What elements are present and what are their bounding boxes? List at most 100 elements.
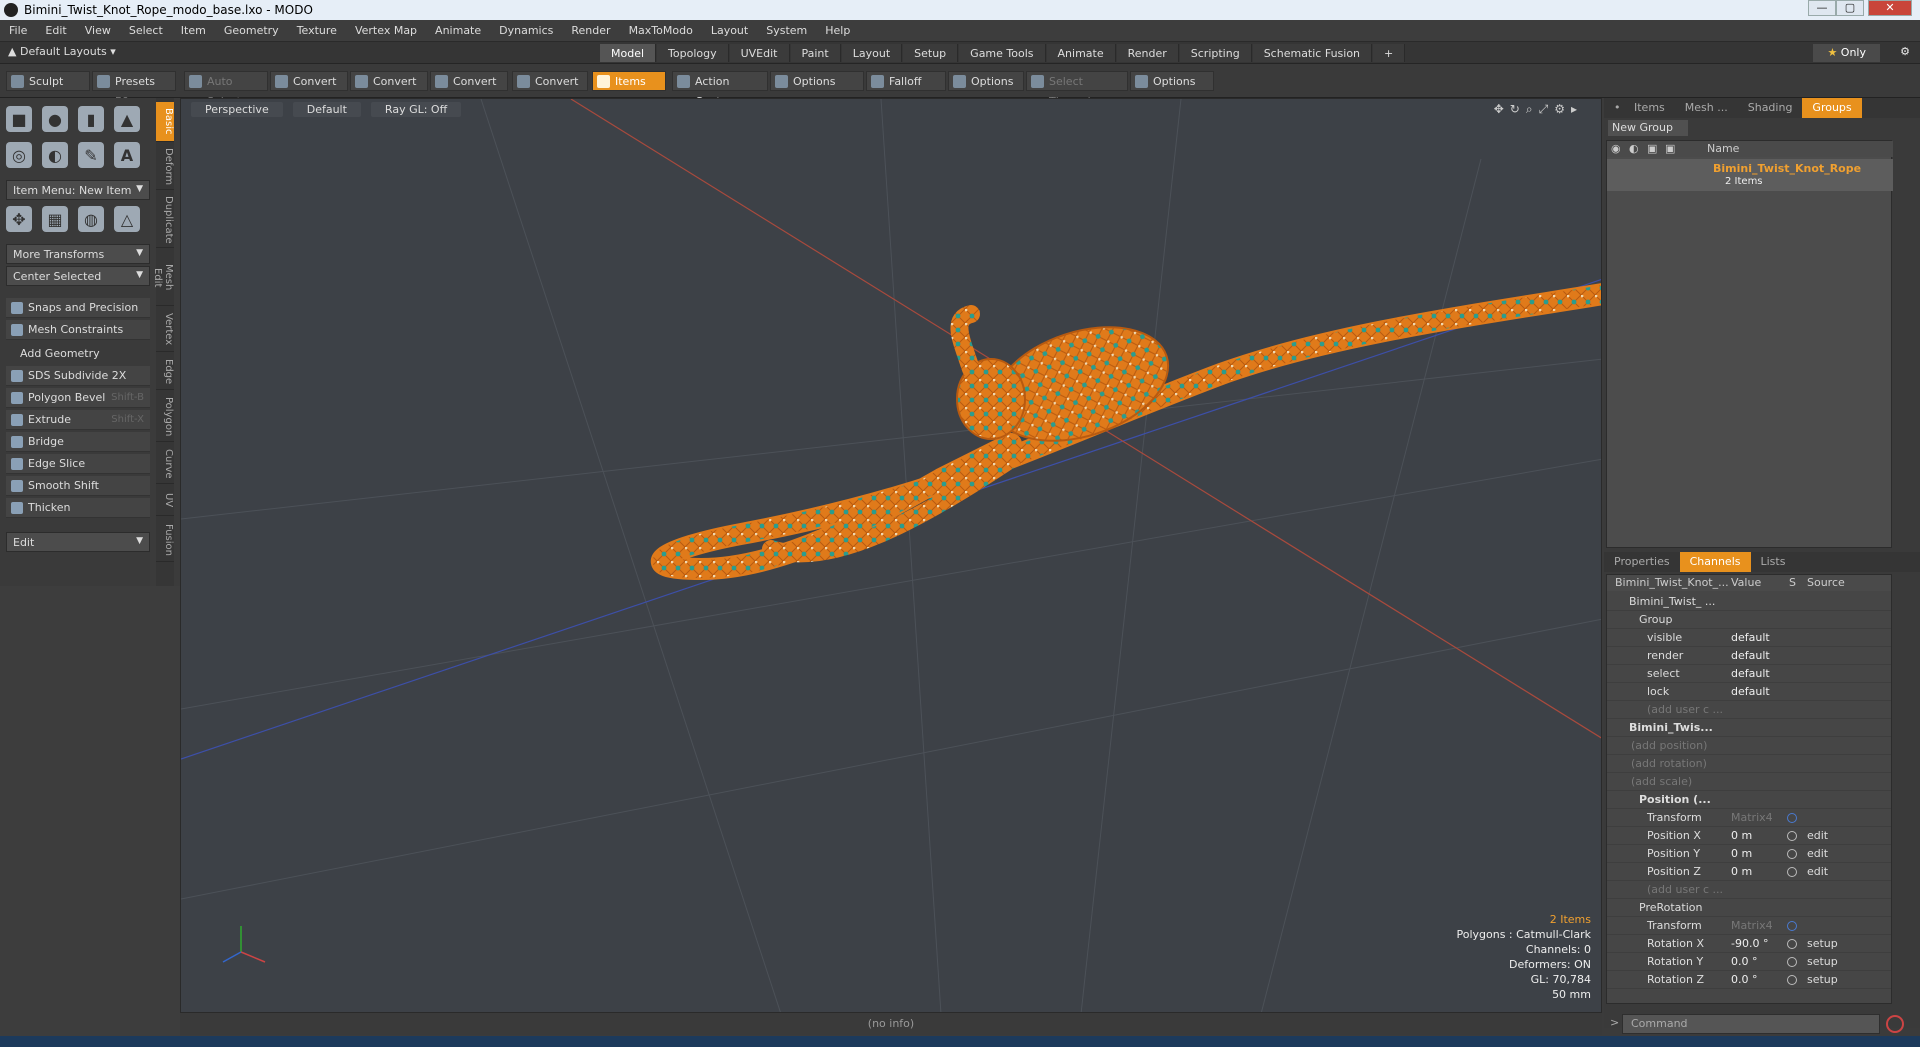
channel-value[interactable]: Matrix4 (1731, 809, 1773, 827)
lock-icon[interactable]: ▣ (1647, 142, 1657, 155)
item-menu-dropdown[interactable]: Item Menu: New Item ▼ (6, 180, 150, 200)
channel-row[interactable]: Bimini_Twis... (1607, 719, 1891, 737)
name-column[interactable]: Name (1707, 142, 1739, 155)
menu-item[interactable]: Item (172, 24, 215, 37)
maximize-button[interactable]: ▢ (1836, 0, 1864, 16)
tab-uvedit[interactable]: UVEdit (729, 44, 790, 62)
channel-value[interactable]: 0.0 ° (1731, 971, 1758, 989)
menu-geometry[interactable]: Geometry (215, 24, 288, 37)
key-circle-icon[interactable] (1787, 975, 1797, 985)
channel-row[interactable]: (add position) (1607, 737, 1891, 755)
channel-row[interactable]: Rotation X -90.0 ° setup (1607, 935, 1891, 953)
capsule-icon[interactable]: ◐ (42, 142, 68, 168)
channel-row[interactable]: Position Z 0 m edit (1607, 863, 1891, 881)
key-circle-icon[interactable] (1787, 957, 1797, 967)
channels-source-column[interactable]: Source (1807, 576, 1845, 589)
tool-smooth-shift[interactable]: Smooth Shift (6, 476, 150, 496)
menu-edit[interactable]: Edit (36, 24, 75, 37)
vtab-duplicate[interactable]: Duplicate (156, 192, 174, 248)
shading-default-button[interactable]: Default (292, 101, 361, 117)
mesh-constraints-button[interactable]: Mesh Constraints (6, 320, 150, 340)
rotate-icon[interactable]: ↻ (1510, 102, 1526, 116)
minimize-button[interactable]: — (1808, 0, 1836, 16)
action-center-button[interactable]: Action Center (672, 71, 768, 108)
channel-row[interactable]: (add scale) (1607, 773, 1891, 791)
menu-view[interactable]: View (76, 24, 120, 37)
vtab-deform[interactable]: Deform (156, 144, 174, 190)
convert-polygon-button[interactable]: Convert (430, 71, 508, 91)
more-transforms-dropdown[interactable]: More Transforms ▼ (6, 244, 150, 264)
channel-row[interactable]: PreRotation (1607, 899, 1891, 917)
channels-name-column[interactable]: Bimini_Twist_Knot_... (1615, 576, 1729, 589)
action-center-options-button[interactable]: Options (770, 71, 864, 91)
select-icon[interactable]: ▣ (1665, 142, 1675, 155)
snaps-button[interactable]: Snaps and Precision (6, 298, 150, 318)
tool-edge-slice[interactable]: Edge Slice (6, 454, 150, 474)
menu-system[interactable]: System (757, 24, 816, 37)
globe-icon[interactable]: ◍ (78, 206, 104, 232)
channel-row[interactable]: Position (... (1607, 791, 1891, 809)
raygl-button[interactable]: Ray GL: Off (370, 101, 462, 117)
only-button[interactable]: ★ Only (1813, 44, 1880, 62)
zoom-icon[interactable]: ⌕ (1526, 102, 1539, 116)
channel-row[interactable]: Position X 0 m edit (1607, 827, 1891, 845)
tab-animate[interactable]: Animate (1046, 44, 1116, 62)
new-group-button[interactable]: New Group (1608, 120, 1688, 136)
channel-row[interactable]: render default (1607, 647, 1891, 665)
pyramid-icon[interactable]: △ (114, 206, 140, 232)
vtab-polygon[interactable]: Polygon (156, 392, 174, 442)
menu-layout[interactable]: Layout (702, 24, 757, 37)
channel-row[interactable]: select default (1607, 665, 1891, 683)
channel-value[interactable]: 0 m (1731, 827, 1752, 845)
channel-row[interactable]: (add user c ... (1607, 881, 1891, 899)
channel-row[interactable]: lock default (1607, 683, 1891, 701)
presets-button[interactable]: Presets F6 (92, 71, 176, 108)
tool-polygon-bevel[interactable]: Polygon Bevel Shift-B (6, 388, 150, 408)
channel-row[interactable]: Bimini_Twist_ ... (1607, 593, 1891, 611)
convert-vertex-button[interactable]: Convert (270, 71, 348, 91)
channel-row[interactable]: Transform Matrix4 (1607, 917, 1891, 935)
tab-shading[interactable]: Shading (1738, 98, 1803, 118)
tab-setup[interactable]: Setup (903, 44, 959, 62)
tab-topology[interactable]: Topology (657, 44, 729, 62)
command-history-icon[interactable] (1886, 1015, 1904, 1033)
convert-item-button[interactable]: Convert (512, 71, 588, 91)
tab-paint[interactable]: Paint (790, 44, 841, 62)
menu-texture[interactable]: Texture (288, 24, 346, 37)
channel-row[interactable]: (add rotation) (1607, 755, 1891, 773)
channels-s-column[interactable]: S (1789, 576, 1796, 589)
move-icon[interactable]: ✥ (1494, 102, 1510, 116)
convert-edge-button[interactable]: Convert (350, 71, 428, 91)
menu-vertex-map[interactable]: Vertex Map (346, 24, 426, 37)
falloff-button[interactable]: Falloff (866, 71, 946, 91)
transform-icon[interactable]: ✥ (6, 206, 32, 232)
tab-schematic-fusion[interactable]: Schematic Fusion (1252, 44, 1373, 62)
vtab-basic[interactable]: Basic (156, 102, 174, 142)
channel-value[interactable]: Matrix4 (1731, 917, 1773, 935)
falloff-options-button[interactable]: Options (948, 71, 1024, 91)
tool-thicken[interactable]: Thicken (6, 498, 150, 518)
tab-groups[interactable]: Groups (1802, 98, 1862, 118)
layouts-dropdown[interactable]: ▲ Default Layouts ▾ (8, 45, 116, 58)
group-row[interactable]: Bimini_Twist_Knot_Rope 2 Items (1607, 159, 1893, 191)
channel-row[interactable]: (add user c ... (1607, 701, 1891, 719)
center-selected-dropdown[interactable]: Center Selected ▼ (6, 266, 150, 286)
vtab-fusion[interactable]: Fusion (156, 518, 174, 562)
tab-model[interactable]: Model (600, 44, 657, 62)
vtab-curve[interactable]: Curve (156, 444, 174, 484)
maximize-icon[interactable]: ⤢ (1539, 102, 1555, 116)
add-geometry-section[interactable]: Add Geometry (6, 344, 150, 364)
channel-row[interactable]: Position Y 0 m edit (1607, 845, 1891, 863)
tab-properties[interactable]: Properties (1604, 552, 1680, 572)
tab-scripting[interactable]: Scripting (1179, 44, 1252, 62)
channel-row[interactable]: Rotation Z 0.0 ° setup (1607, 971, 1891, 989)
key-circle-icon[interactable] (1787, 939, 1797, 949)
grid-icon[interactable]: ▦ (42, 206, 68, 232)
menu-dynamics[interactable]: Dynamics (490, 24, 562, 37)
channel-value[interactable]: 0 m (1731, 845, 1752, 863)
vtab-vertex[interactable]: Vertex (156, 308, 174, 352)
channel-row[interactable]: Group (1607, 611, 1891, 629)
select-options-button[interactable]: Options (1130, 71, 1214, 91)
tab-channels[interactable]: Channels (1679, 552, 1751, 572)
render-icon[interactable]: ◐ (1629, 142, 1639, 155)
